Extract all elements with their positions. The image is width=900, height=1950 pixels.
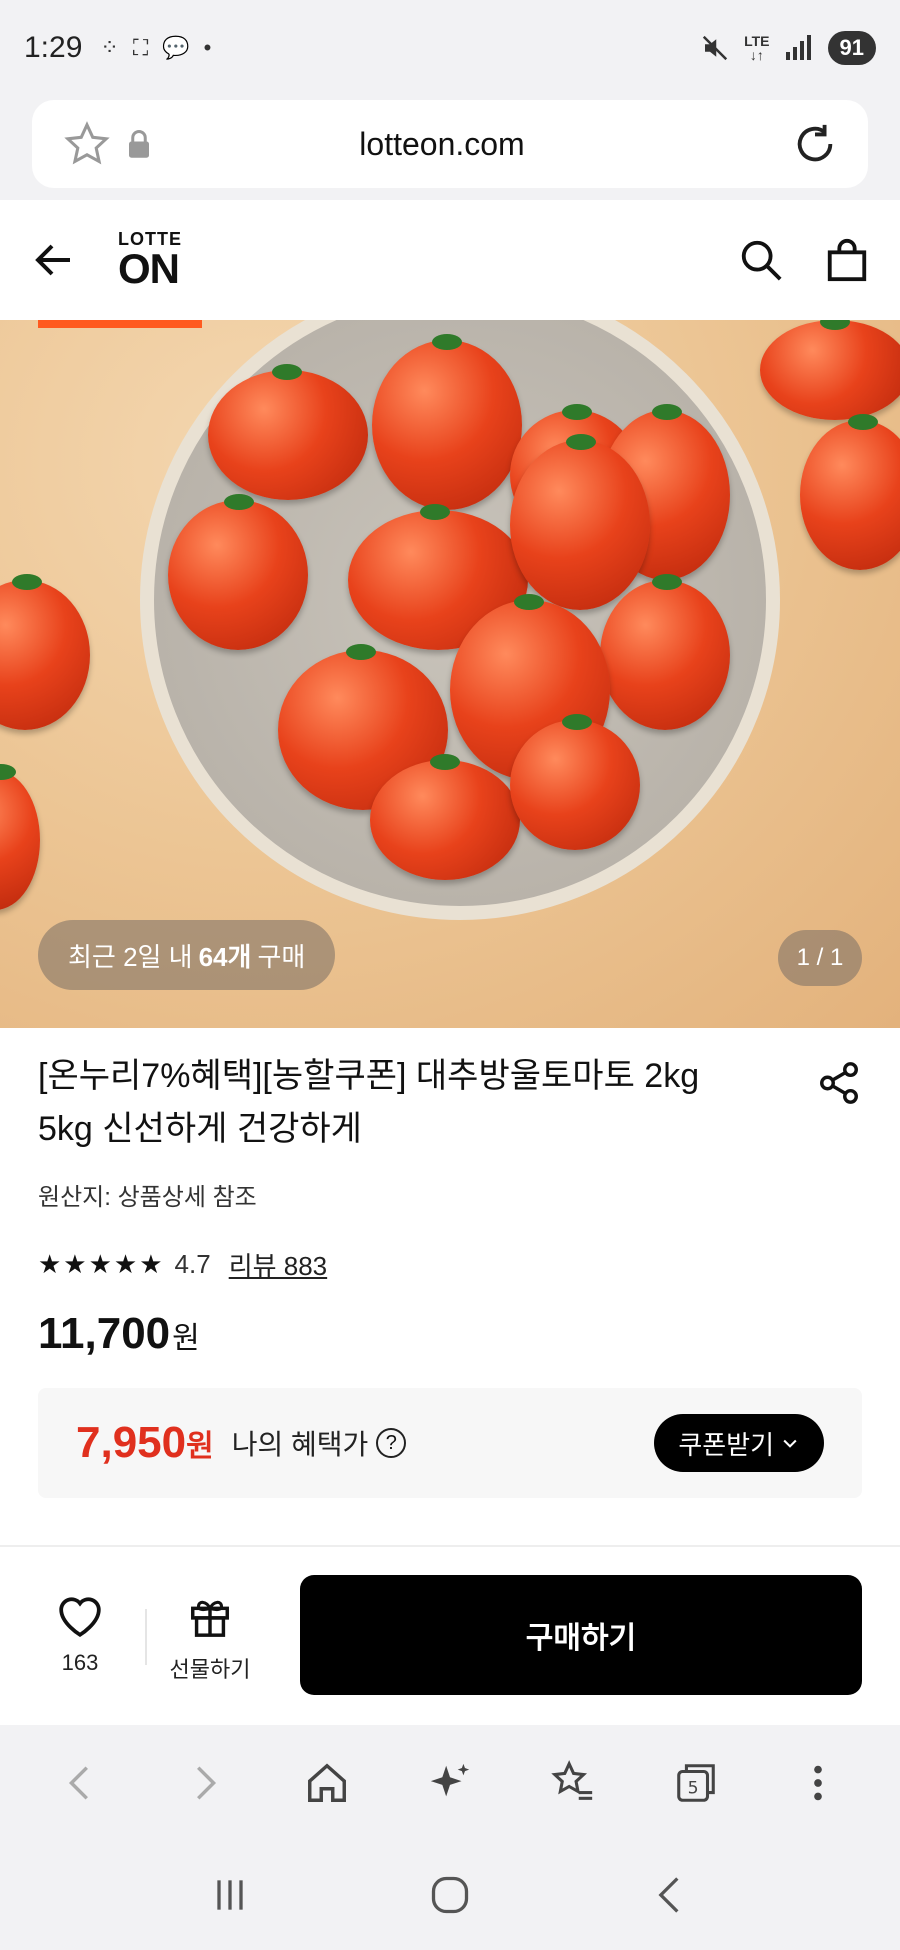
mute-icon (702, 35, 728, 61)
browser-bookmarks-button[interactable] (543, 1753, 603, 1813)
system-back-icon[interactable] (648, 1873, 692, 1917)
browser-back-button[interactable] (51, 1753, 111, 1813)
product-image[interactable]: 최근 2일 내 64개 구매 1 / 1 (0, 320, 900, 1028)
tomato (760, 320, 900, 420)
benefit-label: 나의 혜택가 (231, 1429, 369, 1460)
status-bar: 1:29 ⁘ ⛶ 💬 • LTE ↓↑ 91 (0, 0, 900, 96)
network-type: LTE ↓↑ (744, 33, 770, 63)
browser-menu-button[interactable] (788, 1753, 848, 1813)
talk-icon: 💬 (162, 35, 190, 60)
share-icon[interactable] (816, 1060, 862, 1106)
tabs-icon: 5 (676, 1763, 715, 1802)
buy-button[interactable]: 구매하기 (300, 1575, 862, 1695)
recent-count: 64개 (198, 941, 252, 972)
heart-icon (59, 1597, 101, 1638)
lotte-on-logo[interactable]: LOTTE ON (118, 230, 182, 290)
lock-icon (129, 130, 149, 158)
image-page-counter: 1 / 1 (778, 930, 862, 986)
tomato (370, 754, 520, 880)
tomato (0, 574, 90, 730)
shopping-bag-icon[interactable] (824, 237, 870, 283)
header-actions (738, 237, 870, 283)
app-grid-icon: ⁘ (100, 35, 119, 60)
separator (145, 1609, 147, 1665)
gift-button[interactable]: 선물하기 (168, 1593, 252, 1684)
purchase-action-bar: 163 선물하기 구매하기 (0, 1547, 900, 1725)
search-icon[interactable] (738, 237, 784, 283)
logo-bottom-text: ON (118, 245, 180, 292)
recent-purchase-badge: 최근 2일 내 64개 구매 (38, 920, 336, 990)
coupon-button-label: 쿠폰받기 (678, 1429, 774, 1460)
chevron-down-icon (783, 1439, 797, 1448)
product-origin: 원산지: 상품상세 참조 (38, 1184, 257, 1212)
signal-icon (785, 35, 811, 60)
tomato (600, 574, 730, 730)
url-text[interactable]: lotteon.com (152, 126, 732, 163)
tomato (0, 764, 40, 910)
status-time: 1:29 (24, 31, 83, 64)
tomato (510, 714, 640, 850)
reload-icon[interactable] (792, 121, 838, 167)
browser-ai-button[interactable] (420, 1753, 480, 1813)
sparkle-icon (430, 1763, 470, 1796)
system-nav-bar (0, 1840, 900, 1950)
rating-row: ★★★★★ 4.7 리뷰 883 (38, 1246, 862, 1283)
screenshot-icon: ⛶ (132, 35, 149, 60)
like-button[interactable]: 163 (40, 1593, 120, 1676)
home-button-icon[interactable] (428, 1873, 472, 1917)
tomato (168, 494, 308, 650)
browser-toolbar: lotteon.com (0, 96, 900, 200)
browser-forward-button[interactable] (174, 1753, 234, 1813)
app-header: LOTTE ON (0, 200, 900, 320)
gift-icon (191, 1600, 229, 1637)
chevron-right-icon (197, 1765, 217, 1800)
tomato (800, 414, 900, 570)
product-title: [온누리7%혜택][농할쿠폰] 대추방울토마토 2kg 5kg 신선하게 건강하… (38, 1057, 700, 1148)
tab-count: 5 (687, 1778, 698, 1798)
price-unit: 원 (172, 1322, 200, 1356)
status-right: LTE ↓↑ 91 (700, 31, 876, 65)
home-icon (308, 1762, 347, 1802)
image-progress-indicator (38, 320, 202, 328)
bookmark-star-icon[interactable] (62, 121, 112, 167)
chevron-left-icon (69, 1765, 89, 1800)
more-vertical-icon (814, 1765, 823, 1800)
coupon-button[interactable]: 쿠폰받기 (654, 1414, 824, 1472)
tomato (208, 364, 368, 500)
recent-prefix: 최근 2일 내 (68, 941, 193, 972)
browser-home-button[interactable] (297, 1753, 357, 1813)
benefit-price-box: 7,950 원 나의 혜택가 ? 쿠폰받기 (38, 1388, 862, 1498)
like-count: 163 (61, 1650, 99, 1675)
url-bar[interactable]: lotteon.com (32, 100, 868, 188)
recent-apps-icon[interactable] (208, 1873, 252, 1917)
help-icon[interactable]: ? (376, 1428, 407, 1458)
price-value: 11,700 (38, 1309, 171, 1359)
tomato (510, 434, 650, 610)
title-row: [온누리7%혜택][농할쿠폰] 대추방울토마토 2kg 5kg 신선하게 건강하… (38, 1050, 862, 1155)
review-link[interactable]: 리뷰 883 (229, 1246, 327, 1283)
benefit-price: 7,950 (76, 1418, 187, 1467)
product-info: [온누리7%혜택][농할쿠폰] 대추방울토마토 2kg 5kg 신선하게 건강하… (38, 1050, 862, 1359)
gift-label: 선물하기 (169, 1657, 251, 1682)
rating-value: 4.7 (174, 1249, 211, 1280)
benefit-unit: 원 (186, 1430, 214, 1463)
browser-tabs-button[interactable]: 5 (666, 1753, 726, 1813)
recent-suffix: 구매 (257, 941, 306, 972)
dot-icon: • (203, 35, 212, 60)
battery-indicator: 91 (827, 31, 876, 65)
tomato (372, 334, 522, 510)
status-notification-icons: ⁘ ⛶ 💬 • (100, 35, 211, 61)
browser-bottom-nav: 5 (0, 1725, 900, 1840)
product-price: 11,700원 (38, 1309, 862, 1359)
bookmarks-list-icon (551, 1759, 592, 1800)
back-arrow-icon[interactable] (30, 236, 78, 284)
rating-stars: ★★★★★ (38, 1249, 165, 1280)
